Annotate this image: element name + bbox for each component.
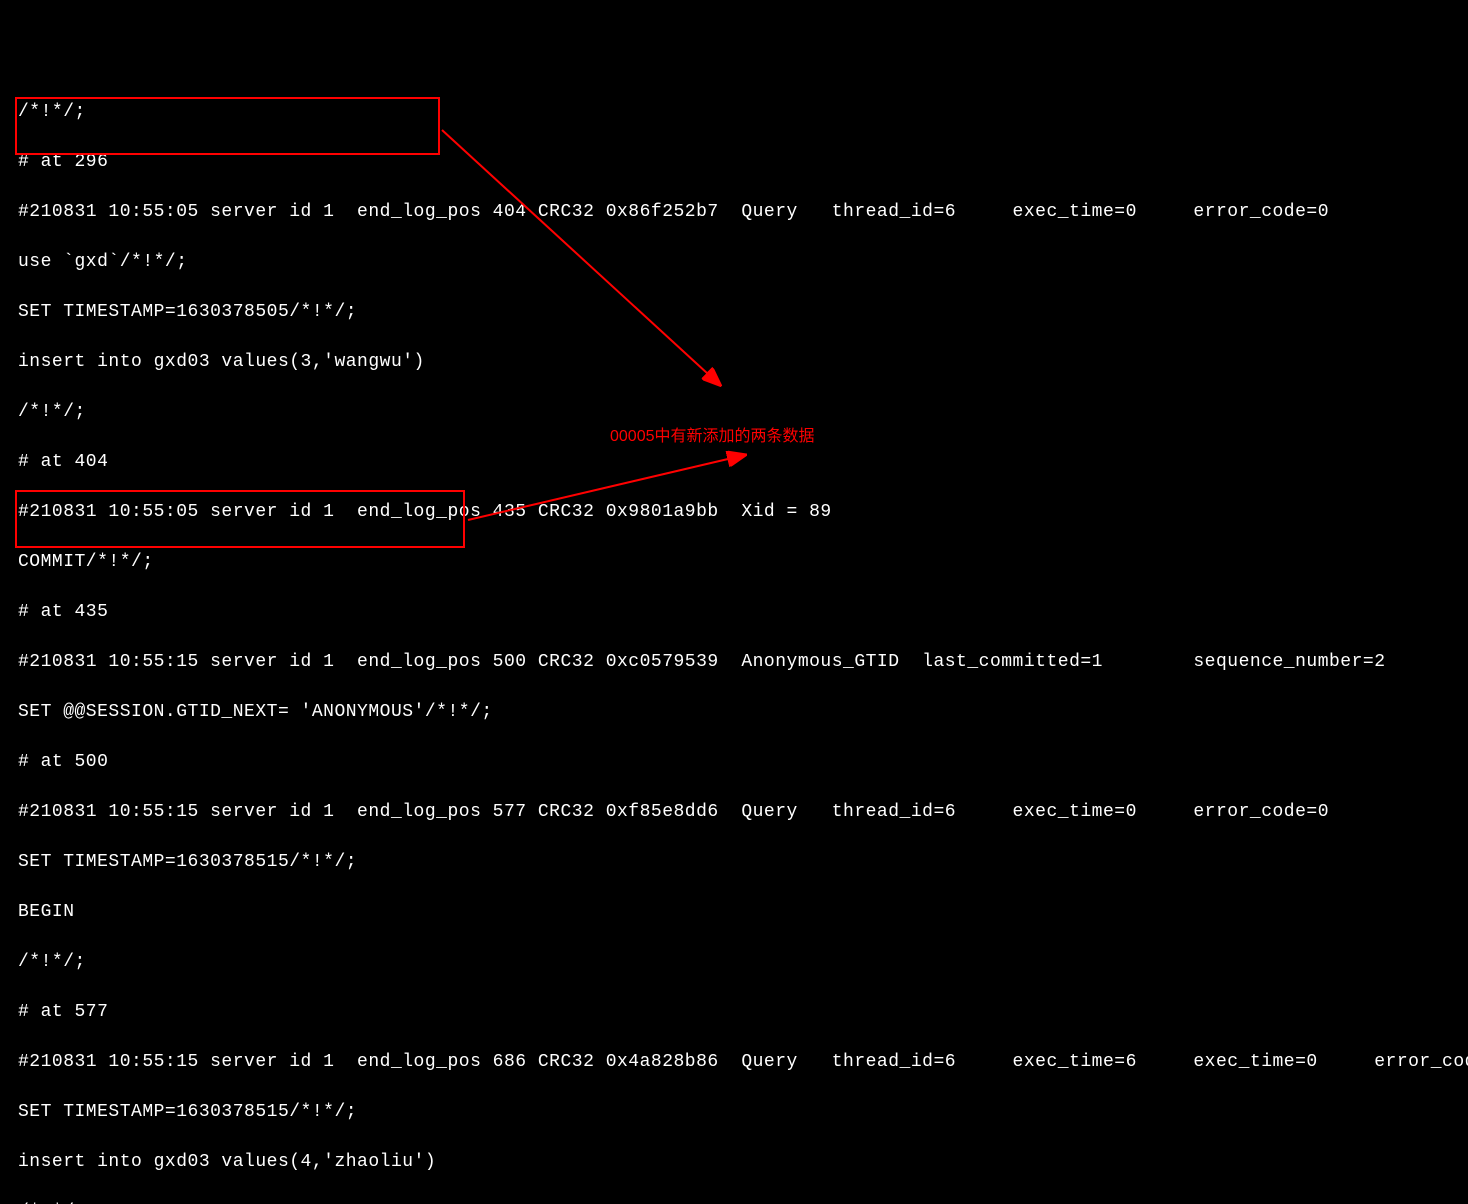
log-line: #210831 10:55:05 server id 1 end_log_pos… [18,200,1468,225]
log-line: SET TIMESTAMP=1630378515/*!*/; [18,1100,1468,1125]
log-line: # at 404 [18,450,1468,475]
log-line: COMMIT/*!*/; [18,550,1468,575]
log-line: insert into gxd03 values(3,'wangwu') [18,350,1468,375]
log-line: /*!*/; [18,1200,1468,1204]
log-line: # at 435 [18,600,1468,625]
log-line: # at 577 [18,1000,1468,1025]
annotation-text: 00005中有新添加的两条数据 [610,424,815,449]
log-line: /*!*/; [18,950,1468,975]
log-line: BEGIN [18,900,1468,925]
log-line: insert into gxd03 values(4,'zhaoliu') [18,1150,1468,1175]
log-line: use `gxd`/*!*/; [18,250,1468,275]
log-line: SET @@SESSION.GTID_NEXT= 'ANONYMOUS'/*!*… [18,700,1468,725]
log-line: #210831 10:55:15 server id 1 end_log_pos… [18,650,1468,675]
log-line: SET TIMESTAMP=1630378505/*!*/; [18,300,1468,325]
log-line: #210831 10:55:15 server id 1 end_log_pos… [18,1050,1468,1075]
log-line: /*!*/; [18,100,1468,125]
log-line: /*!*/; [18,400,1468,425]
log-line: #210831 10:55:05 server id 1 end_log_pos… [18,500,1468,525]
log-line: # at 500 [18,750,1468,775]
log-line: # at 296 [18,150,1468,175]
log-line: SET TIMESTAMP=1630378515/*!*/; [18,850,1468,875]
log-line: #210831 10:55:15 server id 1 end_log_pos… [18,800,1468,825]
